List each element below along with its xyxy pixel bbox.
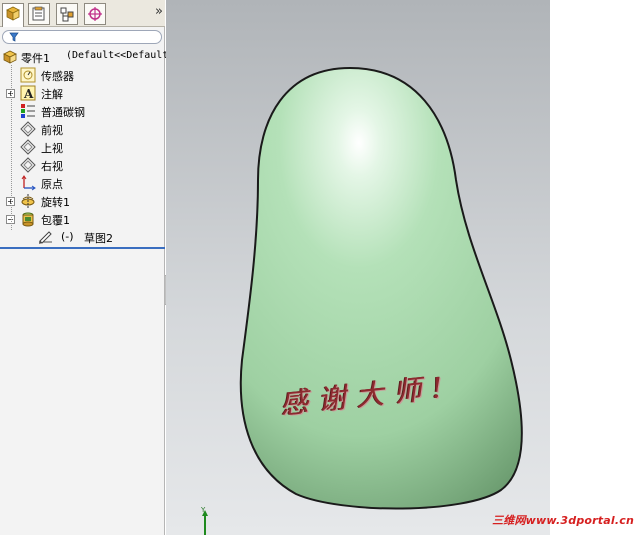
- rollback-bar[interactable]: [0, 247, 165, 249]
- wrap-icon: [22, 212, 34, 227]
- tree-item-origin[interactable]: 原点: [0, 174, 165, 192]
- tree-item-label: 上视: [41, 142, 63, 155]
- tree-item-label: 草图2: [84, 232, 113, 245]
- tree-item-label: 包覆1: [41, 214, 70, 227]
- tree-item-revolve[interactable]: + 旋转1: [0, 192, 165, 210]
- tree-item-wrap[interactable]: − 包覆1: [0, 210, 165, 228]
- revolve-icon: [21, 194, 35, 208]
- panel-tabs: »: [0, 0, 165, 27]
- tree-connector-line: [11, 65, 13, 230]
- tree-root-config: (Default<<Default: [66, 50, 169, 61]
- tree-item-annotations[interactable]: + A 注解: [0, 84, 165, 102]
- tree-filter[interactable]: [2, 30, 162, 44]
- annotation-icon: A: [20, 85, 36, 101]
- origin-icon: [21, 175, 36, 191]
- sketch-state: (-): [61, 230, 74, 243]
- tab-dimxpert-manager[interactable]: [84, 3, 106, 25]
- tree-item-label: 右视: [41, 160, 63, 173]
- tree-item-label: 旋转1: [41, 196, 70, 209]
- feature-tree-icon: [6, 6, 20, 21]
- part-icon: [3, 50, 17, 64]
- tree-item-label: 前视: [41, 124, 63, 137]
- sensor-icon: [20, 67, 36, 83]
- graphics-viewport[interactable]: 感谢大师!: [166, 0, 550, 535]
- tree-item-label: 原点: [41, 178, 63, 191]
- triad-y-axis-icon: [202, 510, 208, 535]
- model-body: [239, 66, 523, 510]
- tree-item-label: 注解: [41, 88, 63, 101]
- configuration-manager-icon: [60, 7, 74, 22]
- plane-icon: [20, 121, 36, 137]
- tree-root[interactable]: 零件1 (Default<<Default: [0, 48, 169, 66]
- plane-icon: [20, 139, 36, 155]
- tree-item-sensors[interactable]: 传感器: [0, 66, 165, 84]
- tree-item-label: 传感器: [41, 70, 74, 83]
- filter-icon: [9, 32, 19, 42]
- tree-item-sketch[interactable]: (-) 草图2: [0, 228, 165, 246]
- crosshair-icon: [88, 7, 102, 21]
- tab-configuration-manager[interactable]: [56, 3, 78, 25]
- tree-item-material[interactable]: 普通碳钢: [0, 102, 165, 120]
- tree-root-label: 零件1: [21, 52, 50, 65]
- tree-item-label: 普通碳钢: [41, 106, 85, 119]
- expand-chevron-icon[interactable]: »: [155, 4, 163, 19]
- watermark: 三维网www.3dportal.cn: [492, 514, 634, 527]
- property-manager-icon: [32, 6, 45, 21]
- viewport-edge: [550, 0, 640, 535]
- tab-feature-manager[interactable]: [2, 3, 24, 27]
- feature-manager-panel: » 零件1 (Default<<Default 传感器 + A 注解 普通碳钢 …: [0, 0, 169, 535]
- tab-property-manager[interactable]: [28, 3, 50, 25]
- plane-icon: [20, 157, 36, 173]
- material-icon: [21, 104, 35, 118]
- tree-item-top-plane[interactable]: 上视: [0, 138, 165, 156]
- tree-item-right-plane[interactable]: 右视: [0, 156, 165, 174]
- svg-text:A: A: [23, 87, 34, 101]
- sketch-icon: [39, 231, 52, 244]
- tree-item-front-plane[interactable]: 前视: [0, 120, 165, 138]
- axis-label: Y: [201, 506, 206, 514]
